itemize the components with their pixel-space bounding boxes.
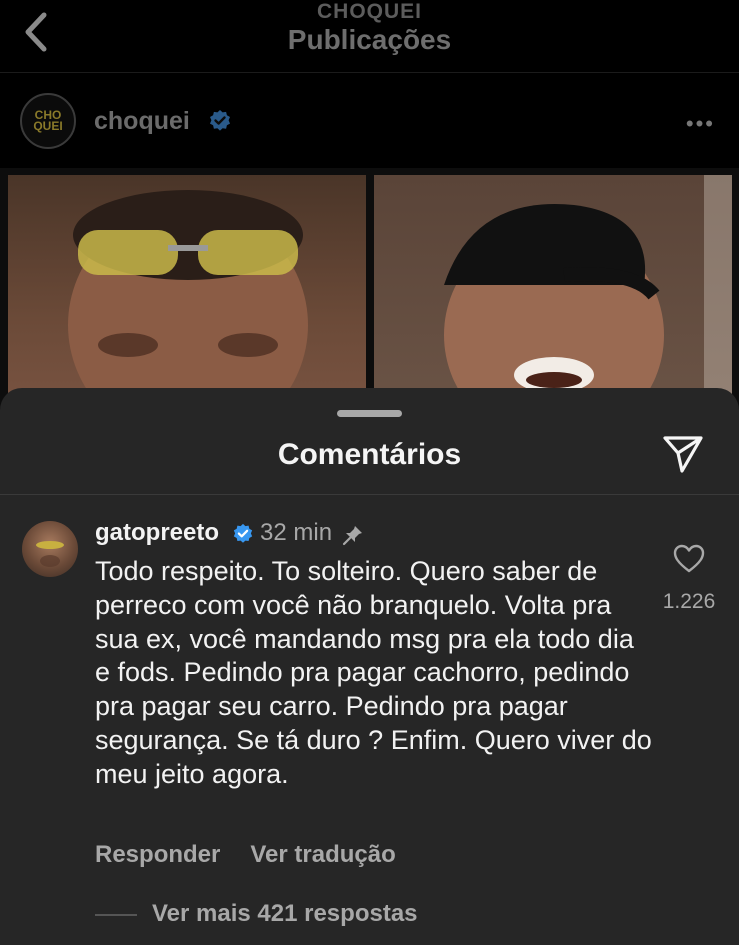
comments-sheet: Comentários gatopreeto 32 min Todo respe… bbox=[0, 388, 739, 945]
verified-badge-icon bbox=[233, 523, 253, 543]
avatar-logo: CHO QUEI bbox=[33, 108, 63, 133]
post-images bbox=[0, 168, 739, 415]
photo-illustration-left bbox=[68, 190, 308, 415]
photo-illustration-right bbox=[444, 175, 732, 415]
more-dots-icon: ••• bbox=[685, 111, 715, 136]
account-label: CHOQUEI bbox=[316, 0, 422, 23]
post-photo-left[interactable] bbox=[8, 175, 366, 415]
post-header: CHO QUEI choquei ••• bbox=[0, 72, 739, 168]
page-title: Publicações bbox=[287, 24, 452, 55]
comment-time: 32 min bbox=[260, 519, 333, 546]
share-button[interactable] bbox=[661, 434, 705, 474]
post-avatar[interactable]: CHO QUEI bbox=[20, 93, 76, 149]
comment-avatar[interactable] bbox=[22, 521, 78, 577]
sheet-divider bbox=[0, 494, 739, 495]
reply-button[interactable]: Responder bbox=[95, 841, 220, 869]
post-username[interactable]: choquei bbox=[94, 107, 190, 136]
heart-icon bbox=[673, 544, 705, 573]
sheet-title: Comentários bbox=[277, 438, 462, 471]
share-send-icon bbox=[663, 436, 703, 473]
comment-actions: Responder Ver tradução bbox=[95, 841, 396, 869]
comment-text: Todo respeito. To solteiro. Quero saber … bbox=[95, 556, 652, 789]
translate-button[interactable]: Ver tradução bbox=[250, 841, 395, 869]
like-count: 1.226 bbox=[662, 590, 716, 613]
pin-icon bbox=[342, 526, 362, 546]
replies-divider bbox=[95, 914, 137, 916]
like-button[interactable] bbox=[673, 544, 705, 574]
top-bar: CHOQUEI Publicações bbox=[0, 0, 739, 72]
view-more-replies-button[interactable]: Ver mais 421 respostas bbox=[152, 900, 418, 928]
verified-badge-icon bbox=[210, 110, 230, 131]
comment-username[interactable]: gatopreeto bbox=[95, 519, 219, 547]
more-options-button[interactable]: ••• bbox=[686, 111, 715, 137]
avatar-illustration bbox=[36, 541, 64, 567]
sheet-drag-handle[interactable] bbox=[337, 410, 402, 417]
post-photo-right[interactable] bbox=[374, 175, 732, 415]
